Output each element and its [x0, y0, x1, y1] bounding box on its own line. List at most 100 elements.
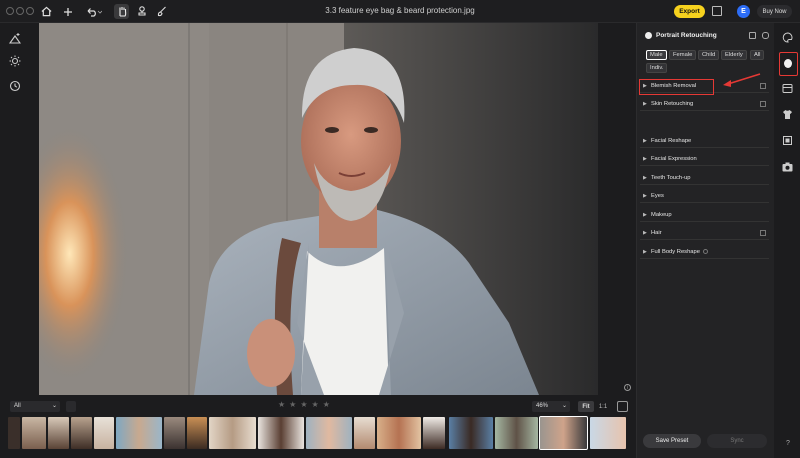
filter-options-icon[interactable] — [66, 401, 76, 412]
section-full-body-reshape[interactable]: ▶ Full Body Reshape — [640, 245, 769, 259]
section-makeup[interactable]: ▶ Makeup — [640, 208, 769, 222]
thumbnail[interactable] — [187, 417, 207, 449]
section-label: Facial Expression — [651, 155, 697, 162]
thumbnail[interactable] — [258, 417, 304, 449]
expand-triangle-icon: ▶ — [643, 174, 647, 181]
export-button[interactable]: Export — [674, 5, 705, 18]
thumbnail[interactable] — [590, 417, 626, 449]
info-icon[interactable] — [702, 249, 708, 254]
stamp-icon[interactable] — [134, 4, 149, 19]
auto-enhance-icon[interactable] — [8, 31, 22, 45]
section-hair[interactable]: ▶ Hair — [640, 226, 769, 240]
reset-section-icon[interactable] — [760, 230, 766, 236]
chevron-down-icon: ⌄ — [51, 403, 57, 409]
device-preview-icon[interactable] — [712, 6, 722, 16]
rating-stars: ★ ★ ★ ★ ★ — [278, 400, 330, 410]
filter-dropdown-value: All — [14, 403, 21, 409]
expand-triangle-icon: ▶ — [643, 229, 647, 236]
section-teeth-touch-up[interactable]: ▶ Teeth Touch-up — [640, 171, 769, 185]
account-avatar[interactable]: E — [737, 5, 750, 18]
expand-triangle-icon: ▶ — [643, 155, 647, 162]
thumbnail-selected[interactable] — [539, 416, 588, 450]
thumbnail[interactable] — [48, 417, 69, 449]
section-facial-expression[interactable]: ▶ Facial Expression — [640, 152, 769, 166]
undo-icon[interactable] — [85, 4, 103, 19]
home-icon[interactable] — [39, 4, 54, 19]
thumbnail[interactable] — [94, 417, 114, 449]
expand-triangle-icon: ▶ — [643, 211, 647, 218]
chip-child[interactable]: Child — [698, 50, 720, 60]
zoom-value: 46% — [536, 403, 549, 409]
thumbnail[interactable] — [71, 417, 92, 449]
save-preset-button[interactable]: Save Preset — [643, 434, 701, 448]
minimize-window-button[interactable] — [16, 7, 24, 15]
thumbnail-strip — [8, 416, 630, 450]
thumbnail[interactable] — [354, 417, 375, 449]
thumbnail[interactable] — [164, 417, 185, 449]
thumbnail[interactable] — [377, 417, 421, 449]
section-eyes[interactable]: ▶ Eyes — [640, 189, 769, 203]
panel-header: Portrait Retouching — [645, 32, 717, 39]
history-icon[interactable] — [8, 79, 22, 93]
brush-icon[interactable] — [154, 4, 169, 19]
chip-elderly[interactable]: Elderly — [721, 50, 747, 60]
shirt-icon[interactable] — [782, 109, 793, 120]
chip-individual[interactable]: Indiv. — [646, 63, 668, 73]
thumbnail[interactable] — [209, 417, 256, 449]
hand-icon[interactable] — [114, 4, 129, 19]
fit-button[interactable]: Fit — [578, 401, 594, 412]
face-detect-icon[interactable] — [749, 32, 756, 39]
close-window-button[interactable] — [6, 7, 14, 15]
expand-triangle-icon: ▶ — [643, 248, 647, 255]
reset-icon[interactable] — [762, 32, 769, 39]
zoom-window-button[interactable] — [26, 7, 34, 15]
crop-icon[interactable] — [782, 135, 793, 146]
thumbnail[interactable] — [423, 417, 445, 449]
chip-all[interactable]: All — [750, 50, 765, 60]
thumbnail[interactable] — [449, 417, 493, 449]
star-icon[interactable]: ★ — [300, 400, 307, 410]
annotation-highlight-box — [639, 79, 714, 95]
thumbnail[interactable] — [306, 417, 352, 449]
layers-icon[interactable] — [782, 83, 793, 94]
annotation-highlight-box — [779, 52, 798, 76]
sun-icon[interactable] — [8, 54, 22, 68]
thumbnail[interactable] — [8, 417, 20, 449]
palette-icon[interactable] — [782, 32, 793, 43]
section-facial-reshape[interactable]: ▶ Facial Reshape — [640, 134, 769, 148]
plus-icon[interactable] — [60, 4, 75, 19]
chip-male[interactable]: Male — [646, 50, 667, 60]
expand-triangle-icon: ▶ — [643, 137, 647, 144]
info-icon[interactable]: i — [624, 384, 631, 391]
portrait-icon — [645, 32, 652, 39]
filmstrip-bar: All ⌄ ★ ★ ★ ★ ★ 46% ⌄ Fit 1:1 — [0, 397, 635, 458]
buy-now-button[interactable]: Buy Now — [757, 5, 792, 18]
star-icon[interactable]: ★ — [289, 400, 296, 410]
thumbnail[interactable] — [22, 417, 46, 449]
filter-dropdown[interactable]: All ⌄ — [10, 401, 60, 412]
expand-triangle-icon: ▶ — [643, 192, 647, 199]
star-icon[interactable]: ★ — [323, 400, 330, 410]
title-bar: 3.3 feature eye bag & beard protection.j… — [0, 0, 800, 23]
zoom-dropdown[interactable]: 46% ⌄ — [532, 401, 570, 412]
right-module-rail — [775, 23, 800, 458]
camera-icon[interactable] — [782, 161, 793, 172]
one-to-one-button[interactable]: 1:1 — [596, 401, 610, 412]
star-icon[interactable]: ★ — [278, 400, 285, 410]
help-icon[interactable]: ? — [786, 440, 790, 447]
chip-female[interactable]: Female — [669, 50, 697, 60]
thumbnail[interactable] — [116, 417, 162, 449]
annotation-arrow-icon — [723, 73, 761, 87]
thumbnail[interactable] — [495, 417, 538, 449]
star-icon[interactable]: ★ — [312, 400, 319, 410]
sync-button[interactable]: Sync — [707, 434, 767, 448]
section-label: Full Body Reshape — [651, 248, 700, 255]
section-label: Eyes — [651, 192, 664, 199]
reset-section-icon[interactable] — [760, 101, 766, 107]
section-skin-retouching[interactable]: ▶ Skin Retouching — [640, 97, 769, 111]
compare-view-icon[interactable] — [617, 401, 628, 412]
expand-triangle-icon: ▶ — [643, 100, 647, 107]
section-label: Hair — [651, 229, 662, 236]
image-canvas[interactable] — [30, 23, 635, 395]
portrait-photo[interactable] — [39, 23, 598, 395]
